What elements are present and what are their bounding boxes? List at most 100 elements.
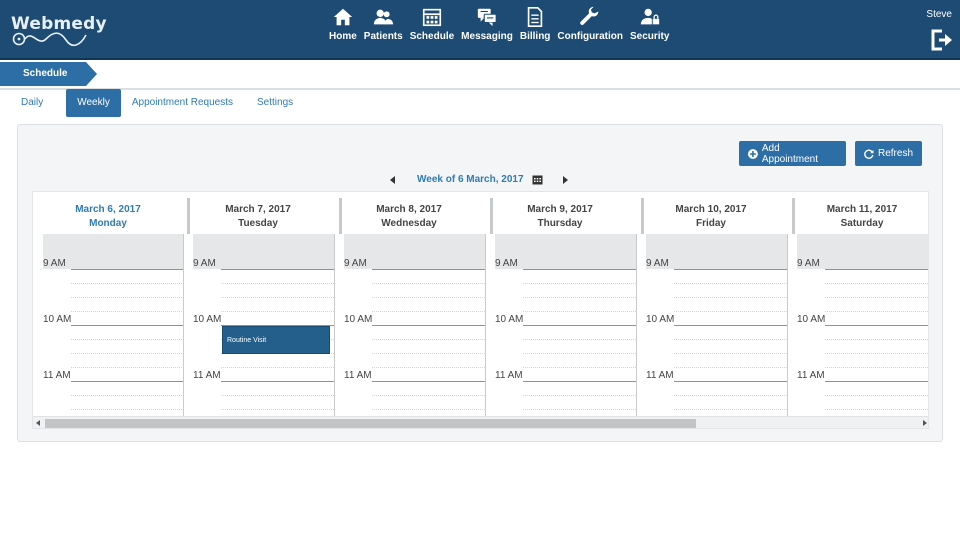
- slot-line[interactable]: [523, 311, 636, 312]
- slot-line[interactable]: [71, 367, 184, 368]
- hour-label: 11 AM: [344, 370, 372, 381]
- horizontal-scrollbar[interactable]: [33, 416, 928, 428]
- messaging-icon: [477, 8, 497, 27]
- appointment-title: Routine Visit: [227, 337, 267, 344]
- hour-line: [221, 269, 334, 270]
- day-name: Tuesday: [238, 218, 278, 229]
- hour-label: 11 AM: [495, 370, 523, 381]
- slot-line[interactable]: [825, 283, 928, 284]
- slot-line[interactable]: [372, 297, 485, 298]
- nav-schedule[interactable]: Schedule: [410, 6, 454, 56]
- slot-line[interactable]: [372, 409, 485, 410]
- refresh-button[interactable]: Refresh: [855, 141, 922, 166]
- slot-line[interactable]: [674, 409, 787, 410]
- nav-billing[interactable]: Billing: [520, 6, 550, 56]
- nav-patients[interactable]: Patients: [364, 6, 403, 56]
- next-week-icon[interactable]: [563, 176, 568, 184]
- hour-label: 11 AM: [43, 370, 71, 381]
- slot-line[interactable]: [674, 283, 787, 284]
- slot-line[interactable]: [825, 367, 928, 368]
- nav-security[interactable]: Security: [630, 6, 669, 56]
- slot-line[interactable]: [71, 395, 184, 396]
- slot-line[interactable]: [674, 353, 787, 354]
- day-date[interactable]: March 6, 2017: [33, 204, 183, 215]
- day-date[interactable]: March 8, 2017: [334, 204, 484, 215]
- user-name[interactable]: Steve: [926, 9, 952, 20]
- day-date[interactable]: March 11, 2017: [787, 204, 928, 215]
- day-date[interactable]: March 7, 2017: [183, 204, 333, 215]
- logout-icon[interactable]: [930, 29, 954, 51]
- hour-line: [372, 325, 485, 326]
- hour-label: 9 AM: [344, 258, 367, 269]
- hour-label: 11 AM: [193, 370, 221, 381]
- tab-daily[interactable]: Daily: [10, 89, 54, 117]
- nav-configuration[interactable]: Configuration: [557, 6, 623, 56]
- slot-line[interactable]: [71, 409, 184, 410]
- slot-line[interactable]: [523, 395, 636, 396]
- nav-configuration-label: Configuration: [557, 31, 623, 42]
- slot-line[interactable]: [221, 311, 334, 312]
- tab-appointment-requests[interactable]: Appointment Requests: [121, 89, 244, 117]
- slot-line[interactable]: [372, 367, 485, 368]
- slot-line[interactable]: [523, 283, 636, 284]
- slot-line[interactable]: [523, 339, 636, 340]
- refresh-icon: [864, 149, 874, 159]
- slot-line[interactable]: [825, 395, 928, 396]
- slot-line[interactable]: [523, 367, 636, 368]
- hour-line: [221, 381, 334, 382]
- slot-line[interactable]: [372, 353, 485, 354]
- slot-line[interactable]: [71, 311, 184, 312]
- calendar-icon: [422, 8, 442, 27]
- slot-line[interactable]: [221, 297, 334, 298]
- slot-line[interactable]: [71, 353, 184, 354]
- nav-messaging[interactable]: Messaging: [461, 6, 513, 56]
- appointment-block[interactable]: Routine Visit: [222, 326, 330, 354]
- slot-line[interactable]: [372, 339, 485, 340]
- hour-label: 10 AM: [797, 314, 826, 325]
- day-column: March 7, 2017 Tuesday 9 AM 10 AM 11 AM R…: [183, 192, 342, 416]
- hour-label: 10 AM: [495, 314, 524, 325]
- slot-line[interactable]: [674, 339, 787, 340]
- slot-line[interactable]: [825, 409, 928, 410]
- slot-line[interactable]: [674, 395, 787, 396]
- tab-settings[interactable]: Settings: [246, 89, 304, 117]
- slot-line[interactable]: [825, 353, 928, 354]
- slot-line[interactable]: [372, 283, 485, 284]
- schedule-panel: Add Appointment Refresh Week of 6 March,…: [17, 124, 943, 442]
- slot-line[interactable]: [221, 395, 334, 396]
- week-label[interactable]: Week of 6 March, 2017: [417, 174, 524, 185]
- slot-line[interactable]: [372, 311, 485, 312]
- hour-label: 11 AM: [797, 370, 825, 381]
- slot-line[interactable]: [523, 409, 636, 410]
- scroll-thumb[interactable]: [45, 419, 696, 428]
- slot-line[interactable]: [825, 339, 928, 340]
- scroll-right-icon[interactable]: [923, 420, 927, 426]
- day-date[interactable]: March 10, 2017: [636, 204, 786, 215]
- breadcrumb-bar: Schedule: [0, 60, 960, 90]
- slot-line[interactable]: [221, 409, 334, 410]
- hour-line: [71, 325, 184, 326]
- webmedy-logo[interactable]: Webmedy: [10, 12, 107, 52]
- home-icon: [333, 8, 353, 26]
- slot-line[interactable]: [674, 367, 787, 368]
- tab-weekly[interactable]: Weekly: [66, 89, 121, 117]
- add-appointment-button[interactable]: Add Appointment: [739, 141, 846, 166]
- calendar-picker-icon[interactable]: [532, 174, 543, 185]
- nav-home[interactable]: Home: [329, 6, 357, 56]
- slot-line[interactable]: [825, 297, 928, 298]
- slot-line[interactable]: [523, 353, 636, 354]
- slot-line[interactable]: [71, 283, 184, 284]
- slot-line[interactable]: [221, 367, 334, 368]
- slot-line[interactable]: [221, 283, 334, 284]
- slot-line[interactable]: [372, 395, 485, 396]
- day-date[interactable]: March 9, 2017: [485, 204, 635, 215]
- hour-label: 9 AM: [797, 258, 820, 269]
- slot-line[interactable]: [674, 297, 787, 298]
- slot-line[interactable]: [71, 297, 184, 298]
- slot-line[interactable]: [523, 297, 636, 298]
- scroll-left-icon[interactable]: [36, 420, 40, 426]
- slot-line[interactable]: [674, 311, 787, 312]
- slot-line[interactable]: [71, 339, 184, 340]
- previous-week-icon[interactable]: [390, 176, 395, 184]
- slot-line[interactable]: [825, 311, 928, 312]
